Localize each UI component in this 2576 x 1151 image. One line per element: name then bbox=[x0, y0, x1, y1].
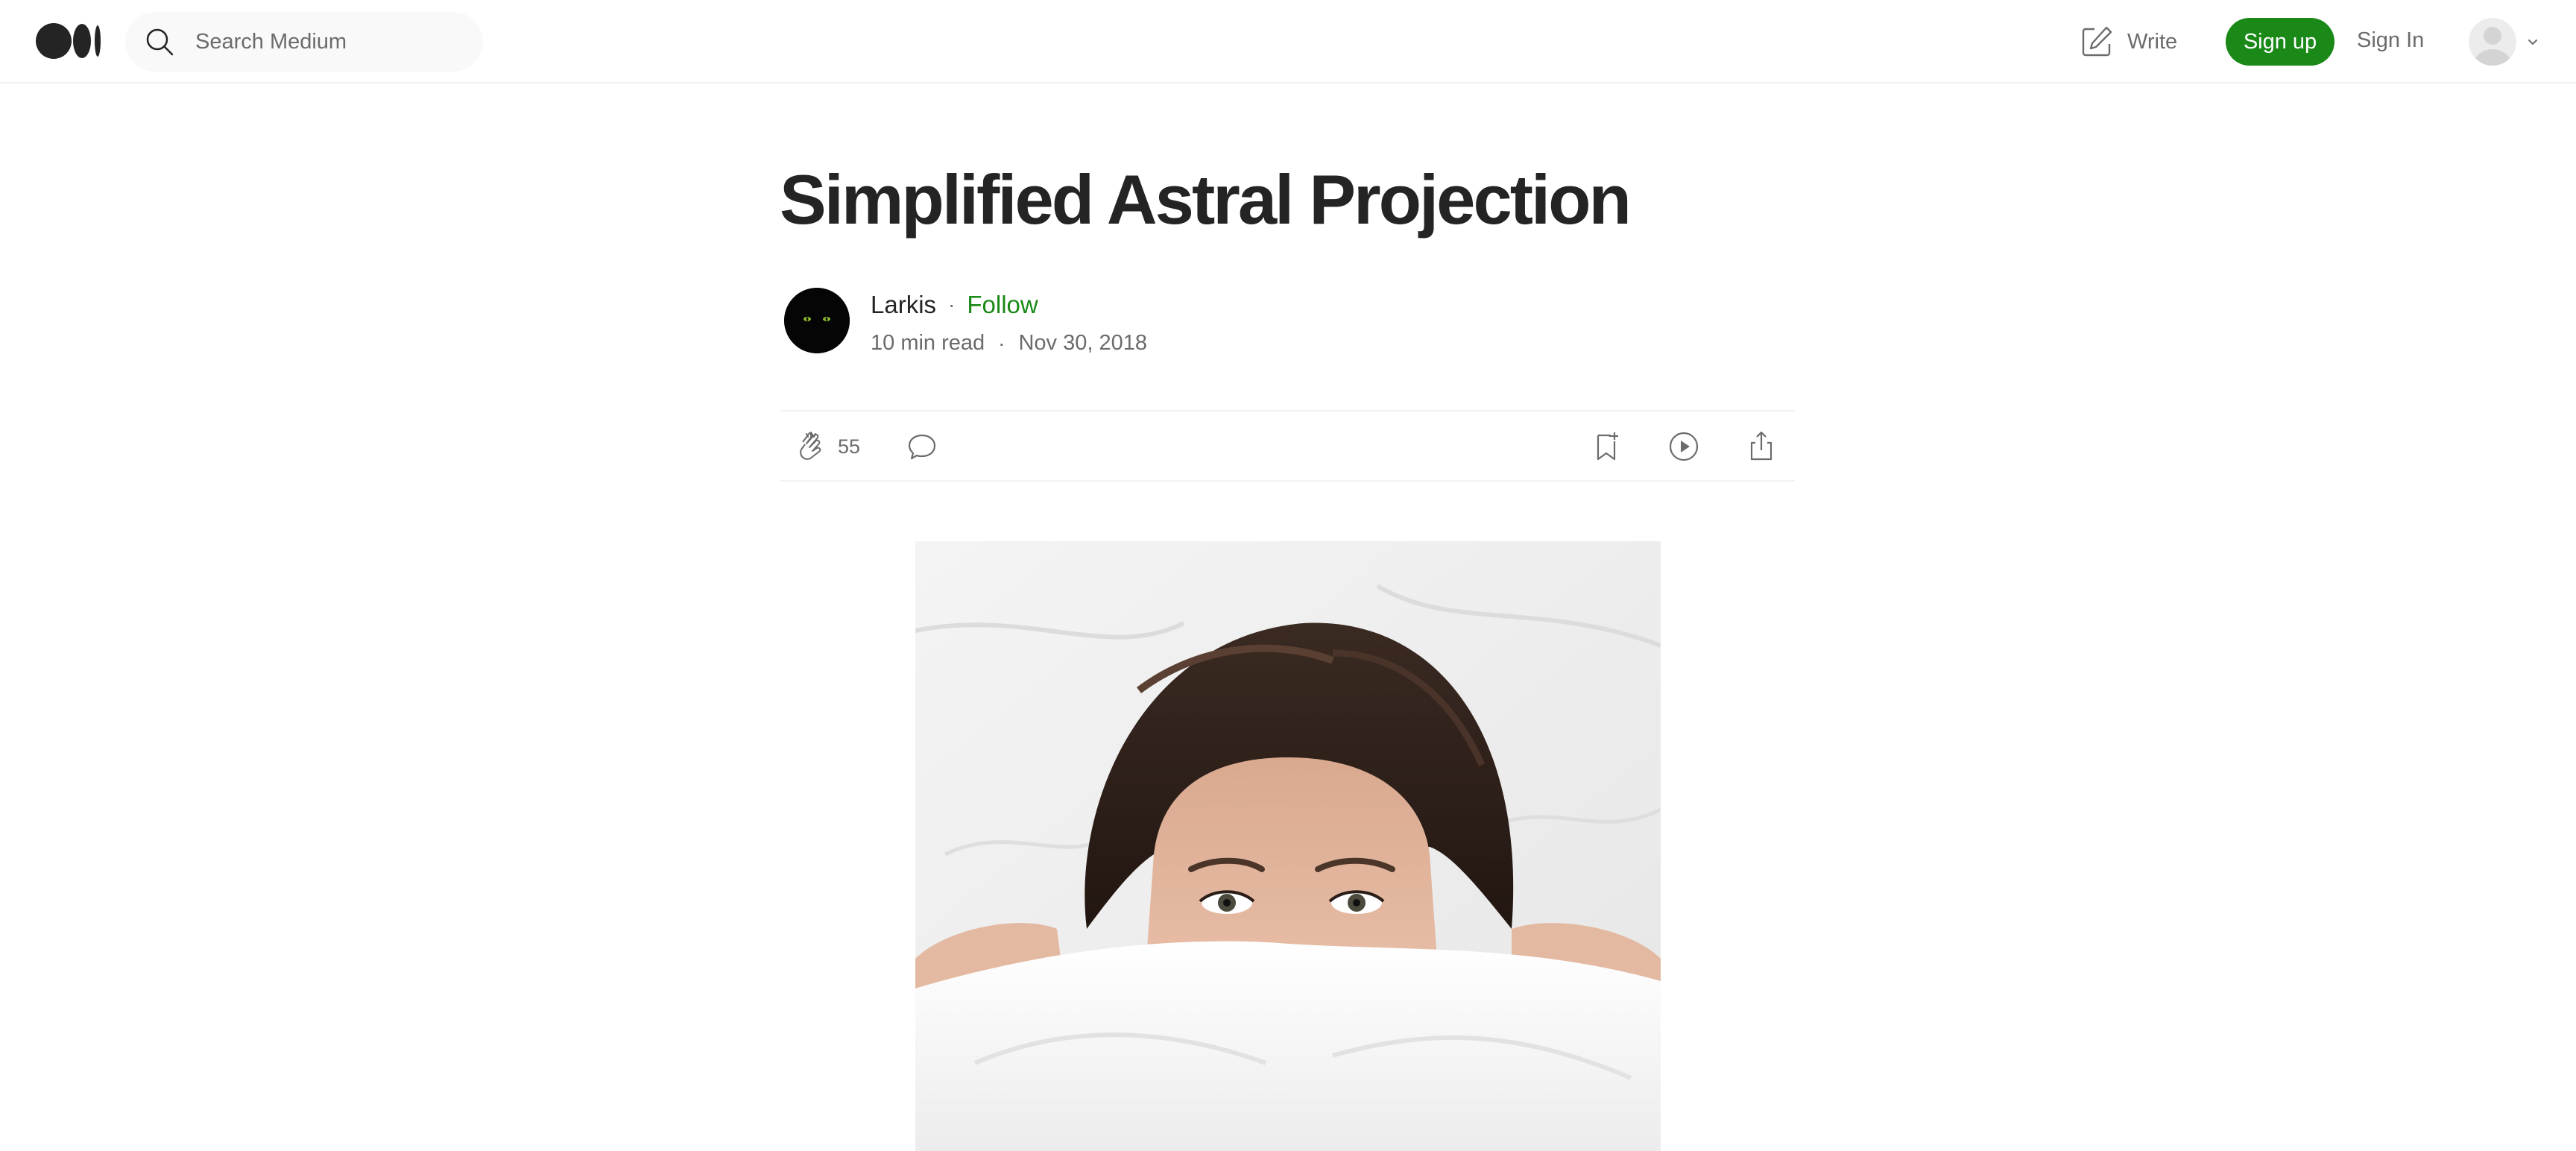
medium-logo-icon[interactable] bbox=[36, 22, 103, 60]
bookmark-add-icon[interactable] bbox=[1589, 429, 1623, 464]
chevron-down-icon bbox=[2525, 34, 2540, 49]
sign-in-link[interactable]: Sign In bbox=[2357, 28, 2424, 53]
separator-dot: · bbox=[948, 293, 956, 316]
user-avatar-icon bbox=[2469, 18, 2516, 66]
clap-button[interactable]: 55 bbox=[795, 429, 860, 464]
comment-icon[interactable] bbox=[905, 429, 939, 464]
author-name-link[interactable]: Larkis bbox=[871, 291, 936, 319]
search-icon bbox=[145, 27, 174, 57]
top-navigation-bar: Write Sign up Sign In bbox=[0, 0, 2576, 83]
article-action-bar: 55 bbox=[780, 410, 1795, 482]
profile-menu[interactable] bbox=[2469, 18, 2543, 66]
author-avatar[interactable] bbox=[784, 288, 850, 353]
search-bar[interactable] bbox=[125, 12, 483, 72]
article-meta: 10 min read · Nov 30, 2018 bbox=[871, 331, 1147, 356]
write-button[interactable]: Write bbox=[2080, 22, 2177, 61]
publish-date: Nov 30, 2018 bbox=[1018, 331, 1147, 355]
clap-icon bbox=[795, 429, 829, 464]
write-icon bbox=[2080, 25, 2114, 59]
share-icon[interactable] bbox=[1744, 429, 1778, 464]
clap-count: 55 bbox=[838, 435, 861, 458]
hero-image bbox=[915, 541, 1661, 1151]
author-line: Larkis · Follow bbox=[871, 291, 1038, 319]
play-icon[interactable] bbox=[1667, 429, 1701, 464]
article-title: Simplified Astral Projection bbox=[780, 160, 1632, 239]
sign-up-button[interactable]: Sign up bbox=[2226, 18, 2334, 66]
write-label: Write bbox=[2127, 29, 2178, 54]
search-input[interactable] bbox=[195, 27, 464, 57]
read-time: 10 min read bbox=[871, 331, 985, 355]
follow-button[interactable]: Follow bbox=[967, 291, 1038, 319]
separator-dot: · bbox=[998, 331, 1006, 355]
